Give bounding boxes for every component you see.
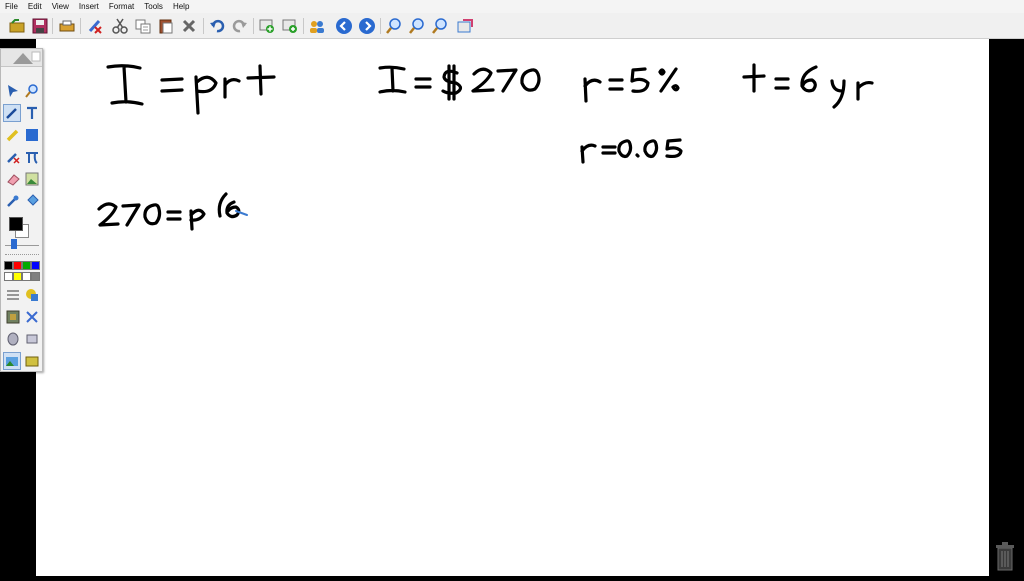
redo-icon[interactable] xyxy=(231,17,249,35)
text-icon[interactable] xyxy=(23,104,41,122)
right-margin xyxy=(989,39,1024,576)
menu-help[interactable]: Help xyxy=(168,2,194,11)
tools-icon[interactable] xyxy=(23,308,41,326)
color-swatch[interactable] xyxy=(13,261,22,270)
eyedropper-icon[interactable] xyxy=(4,192,22,210)
pen-off-icon[interactable] xyxy=(86,17,104,35)
ink-stroke xyxy=(160,77,184,93)
ink-stroke xyxy=(608,78,624,91)
line-style-icon[interactable] xyxy=(4,286,22,304)
ink-stroke xyxy=(496,68,518,93)
menu-tools[interactable]: Tools xyxy=(139,2,168,11)
ink-stroke xyxy=(223,77,241,99)
tool-palette xyxy=(0,48,43,372)
add-page-icon[interactable] xyxy=(258,17,276,35)
print-icon[interactable] xyxy=(58,17,76,35)
ink-stroke xyxy=(630,67,650,93)
users-icon[interactable] xyxy=(308,17,326,35)
ink-stroke xyxy=(635,153,640,158)
pi-icon[interactable] xyxy=(23,148,41,166)
ink-stroke xyxy=(601,145,617,155)
zoom-in-icon[interactable] xyxy=(385,17,403,35)
paste-icon[interactable] xyxy=(157,17,175,35)
ink-stroke xyxy=(217,192,228,218)
menu-file[interactable]: File xyxy=(0,2,23,11)
ink-stroke xyxy=(246,64,276,96)
duplicate-page-icon[interactable] xyxy=(281,17,299,35)
menu-insert[interactable]: Insert xyxy=(74,2,104,11)
stamp-icon[interactable] xyxy=(23,330,41,348)
screenshot-tool-icon[interactable] xyxy=(23,352,41,370)
menu-bar: File Edit View Insert Format Tools Help xyxy=(0,0,1024,13)
eraser-icon[interactable] xyxy=(4,170,22,188)
color-swatch[interactable] xyxy=(4,261,13,270)
menu-format[interactable]: Format xyxy=(104,2,139,11)
ink-stroke xyxy=(225,200,241,219)
ink-stroke xyxy=(441,64,463,101)
zoom-out-icon[interactable] xyxy=(408,17,426,35)
next-page-icon[interactable] xyxy=(358,17,376,35)
ink-stroke xyxy=(665,138,683,159)
current-color[interactable] xyxy=(9,217,23,231)
select-arrow-icon[interactable] xyxy=(4,82,22,100)
ink-stroke xyxy=(658,67,680,93)
color-swatch[interactable] xyxy=(4,272,13,281)
delete-icon[interactable] xyxy=(180,17,198,35)
ink-stroke xyxy=(643,139,659,159)
cut-icon[interactable] xyxy=(111,17,129,35)
undo-icon[interactable] xyxy=(208,17,226,35)
open-icon[interactable] xyxy=(8,17,26,35)
menu-edit[interactable]: Edit xyxy=(23,2,47,11)
globe-icon[interactable] xyxy=(4,330,22,348)
insert-picture-icon[interactable] xyxy=(4,308,22,326)
ink-stroke xyxy=(800,65,818,93)
ink-stroke xyxy=(580,143,597,164)
copy-icon[interactable] xyxy=(134,17,152,35)
color-swatch[interactable] xyxy=(22,261,31,270)
color-swatch[interactable] xyxy=(13,272,22,281)
ink-stroke xyxy=(414,77,432,89)
ink-stroke xyxy=(189,208,206,231)
ink-stroke xyxy=(378,65,407,94)
ink-stroke xyxy=(520,68,541,92)
ink-stroke xyxy=(856,80,874,101)
ink-stroke xyxy=(742,63,766,93)
color-swatch[interactable] xyxy=(22,272,31,281)
zoom-fit-icon[interactable] xyxy=(431,17,449,35)
image-icon[interactable] xyxy=(23,170,41,188)
palette-header[interactable] xyxy=(1,49,42,67)
pen-delete-icon[interactable] xyxy=(4,148,22,166)
ink-stroke xyxy=(194,75,218,115)
previous-page-icon[interactable] xyxy=(335,17,353,35)
ink-stroke xyxy=(617,139,633,159)
color-swatch[interactable] xyxy=(31,261,40,270)
ink-stroke xyxy=(583,77,602,103)
ink-stroke xyxy=(121,203,141,227)
ink-stroke xyxy=(97,202,120,227)
toolbar xyxy=(0,13,1024,39)
fill-bucket-icon[interactable] xyxy=(23,192,41,210)
pen-icon[interactable] xyxy=(3,104,21,122)
background-icon[interactable] xyxy=(3,352,21,370)
screen-capture-icon[interactable] xyxy=(456,17,474,35)
whiteboard-page[interactable] xyxy=(36,39,989,576)
ink-stroke xyxy=(830,79,846,109)
ink-stroke xyxy=(471,67,495,93)
menu-view[interactable]: View xyxy=(47,2,74,11)
color-swatch[interactable] xyxy=(31,272,40,281)
thickness-slider-handle[interactable] xyxy=(11,239,17,249)
magnifier-icon[interactable] xyxy=(23,82,41,100)
trash-icon[interactable] xyxy=(994,542,1016,572)
save-icon[interactable] xyxy=(31,17,49,35)
highlighter-icon[interactable] xyxy=(4,126,22,144)
shapes-icon[interactable] xyxy=(23,286,41,304)
ink-stroke xyxy=(166,210,182,221)
rectangle-icon[interactable] xyxy=(23,126,41,144)
ink-stroke xyxy=(774,77,790,90)
ink-stroke xyxy=(143,203,162,226)
handwriting-layer xyxy=(97,63,874,231)
slider-ticks xyxy=(5,254,39,257)
ink-stroke xyxy=(106,64,144,106)
